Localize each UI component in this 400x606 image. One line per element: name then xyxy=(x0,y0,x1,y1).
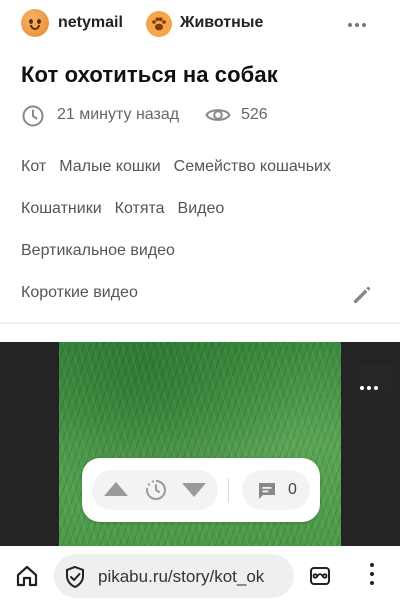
paw-icon[interactable] xyxy=(146,11,172,37)
shield-check-icon[interactable] xyxy=(64,565,86,589)
vote-bar: 0 xyxy=(82,458,320,522)
home-icon[interactable] xyxy=(14,563,40,589)
tag[interactable]: Кот xyxy=(21,158,46,175)
post-meta: 21 минуту назад 526 xyxy=(21,103,381,127)
eye-icon xyxy=(205,109,231,121)
tag[interactable]: Кошатники xyxy=(21,200,102,217)
rating-timer-icon xyxy=(146,480,166,500)
tag[interactable]: Малые кошки xyxy=(59,158,160,175)
post-title[interactable]: Кот охотиться на собак xyxy=(21,62,278,88)
comment-icon xyxy=(259,483,275,499)
username-link[interactable]: netymail xyxy=(58,14,123,32)
clock-icon xyxy=(22,105,44,127)
tag[interactable]: Видео xyxy=(178,200,225,217)
downvote-arrow-icon[interactable] xyxy=(182,483,206,497)
address-bar[interactable]: pikabu.ru/story/kot_ok xyxy=(54,554,294,598)
community-link[interactable]: Животные xyxy=(180,14,263,32)
divider xyxy=(228,478,229,502)
divider xyxy=(0,322,400,324)
rating-group xyxy=(92,470,218,510)
more-options-icon[interactable] xyxy=(348,14,374,34)
tag[interactable]: Котята xyxy=(115,200,165,217)
tag[interactable]: Вертикальное видео xyxy=(21,242,175,259)
tag[interactable]: Короткие видео xyxy=(21,284,138,301)
view-count: 526 xyxy=(241,106,268,123)
url-text[interactable]: pikabu.ru/story/kot_ok xyxy=(98,567,264,587)
user-avatar[interactable] xyxy=(21,9,49,37)
tabs-icon[interactable] xyxy=(308,564,332,588)
comment-count: 0 xyxy=(288,481,297,498)
pencil-icon[interactable] xyxy=(351,284,373,306)
video-more-icon[interactable] xyxy=(354,364,394,394)
post-header: netymail Животные xyxy=(0,0,400,48)
tag[interactable]: Семейство кошачьих xyxy=(174,158,331,175)
comments-button[interactable]: 0 xyxy=(242,470,310,510)
upvote-arrow-icon[interactable] xyxy=(104,482,128,496)
post-time: 21 минуту назад xyxy=(57,106,180,123)
browser-menu-icon[interactable] xyxy=(368,563,376,589)
browser-toolbar: pikabu.ru/story/kot_ok xyxy=(0,546,400,606)
